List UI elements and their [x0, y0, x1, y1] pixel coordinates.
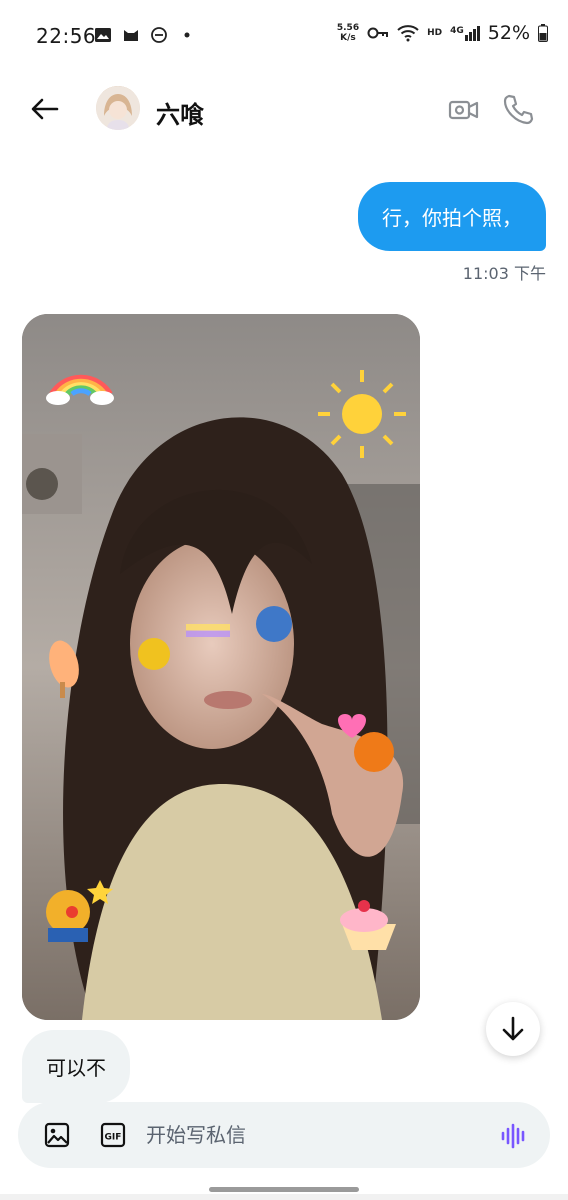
back-arrow-icon — [31, 98, 59, 120]
video-call-icon[interactable] — [448, 94, 480, 126]
key-icon — [367, 27, 389, 39]
phone-icon[interactable] — [502, 92, 534, 126]
battery-percent: 52% — [487, 22, 530, 44]
avatar-image — [96, 86, 140, 130]
status-bar: 22:56 5.56 K/s HD 4G 52% — [0, 0, 568, 72]
cat-icon — [124, 30, 138, 41]
image-icon[interactable] — [44, 1122, 70, 1148]
incoming-message-bubble[interactable]: 可以不 — [22, 1030, 130, 1103]
message-timestamp: 11:03 下午 — [462, 264, 546, 283]
image-icon — [95, 28, 111, 42]
avatar[interactable] — [96, 86, 140, 130]
contact-name[interactable]: 六喰 — [156, 95, 204, 130]
conversation-header: 六喰 — [0, 72, 568, 148]
photo-message[interactable] — [22, 314, 420, 1020]
network-hd: HD — [427, 28, 443, 38]
net-speed: 5.56 K/s — [336, 23, 360, 43]
dnd-icon — [151, 27, 167, 43]
svg-text:GIF: GIF — [105, 1133, 122, 1143]
dot-icon — [184, 32, 190, 38]
back-button[interactable] — [28, 92, 62, 126]
battery-icon — [538, 24, 548, 42]
scroll-to-bottom-button[interactable] — [486, 1002, 540, 1056]
selfie-image — [22, 314, 420, 1020]
outgoing-message-bubble[interactable]: 行，你拍个照， — [358, 182, 546, 251]
gif-icon[interactable]: GIF — [100, 1122, 126, 1148]
home-indicator[interactable] — [209, 1187, 359, 1192]
wifi-icon — [397, 25, 419, 42]
bottom-strip — [0, 1194, 568, 1200]
status-time: 22:56 — [36, 24, 97, 48]
arrow-down-icon — [502, 1016, 524, 1041]
voice-icon[interactable] — [500, 1122, 528, 1150]
signal-icon: 4G — [450, 25, 480, 41]
message-composer: GIF — [18, 1102, 550, 1168]
message-input[interactable] — [146, 1120, 476, 1150]
